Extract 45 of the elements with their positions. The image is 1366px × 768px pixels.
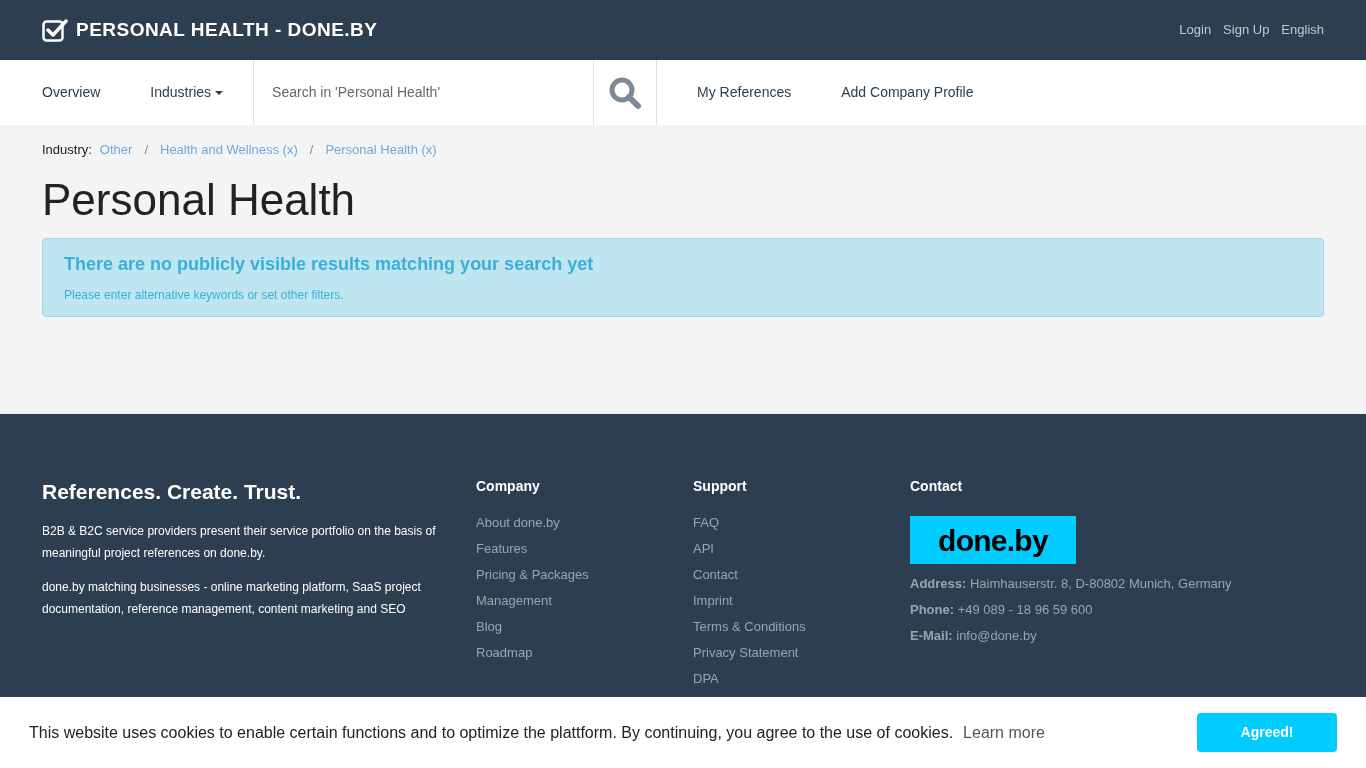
footer-tagline: References. Create. Trust. — [42, 479, 303, 505]
footer-link[interactable]: Terms & Conditions — [693, 617, 806, 637]
footer-link[interactable]: Features — [476, 539, 528, 559]
search-icon — [608, 75, 643, 110]
breadcrumb-link[interactable]: Personal Health (x) — [325, 140, 437, 160]
contact-line: E-Mail: info@done.by — [910, 627, 1038, 645]
footer-link[interactable]: Pricing & Packages — [476, 565, 589, 585]
contact-line: Address: Haimhauserstr. 8, D-80802 Munich, Germany — [910, 575, 1233, 593]
footer-link[interactable]: FAQ — [693, 513, 719, 533]
footer-link[interactable]: Roadmap — [476, 643, 533, 663]
site-title: PERSONAL HEALTH - DONE.BY — [76, 17, 378, 42]
footer-link[interactable]: Blog — [476, 617, 503, 637]
footer-heading: Company — [476, 477, 541, 496]
footer-heading: Support — [693, 477, 748, 496]
footer-link[interactable]: Privacy Statement — [693, 643, 799, 663]
company-logo: done.by — [910, 516, 1076, 564]
alert-text: Please enter alternative keywords or set other filters. — [64, 286, 345, 304]
header-link[interactable]: Login — [1179, 20, 1212, 40]
footer-paragraph: done.by matching businesses - online marketing platform, SaaS project documentation, reference management, content marketing and SEO — [42, 578, 422, 618]
breadcrumb-separator: / — [143, 141, 149, 159]
footer-paragraph: B2B & B2C service providers present their service portfolio on the basis of meaningful project references on done.by. — [42, 522, 437, 562]
footer-link[interactable]: About done.by — [476, 513, 560, 533]
nav-link[interactable]: Add Company Profile — [841, 82, 974, 103]
checkbox-icon — [42, 18, 68, 42]
nav-link[interactable]: My References — [697, 82, 792, 103]
breadcrumb-link[interactable]: Health and Wellness (x) — [160, 140, 298, 160]
footer-link[interactable]: Imprint — [693, 591, 733, 611]
footer-link[interactable]: Management — [476, 591, 552, 611]
breadcrumb-separator: / — [308, 141, 315, 159]
contact-line: Phone: +49 089 - 18 96 59 600 — [910, 601, 1094, 619]
footer-link[interactable]: API — [693, 539, 714, 559]
breadcrumb-link[interactable]: Other — [99, 140, 133, 160]
footer-link[interactable]: DPA — [693, 669, 719, 689]
header-link[interactable]: Sign Up — [1223, 20, 1270, 40]
dropdown-menu[interactable]: Industries — [150, 82, 224, 103]
header-link[interactable]: English — [1281, 20, 1324, 40]
cookie-message: This website uses cookies to enable certain functions and to optimize the plattform. By continuing, you agree to the use of cookies. — [29, 722, 954, 743]
caret-icon — [215, 90, 224, 95]
footer-heading: Contact — [910, 477, 964, 496]
nav-link[interactable]: Overview — [42, 82, 101, 103]
alert-title: There are no publicly visible results matching your search yet — [64, 252, 595, 276]
breadcrumb-label: Industry: — [42, 141, 92, 159]
learn-more-link[interactable]: Learn more — [963, 720, 1045, 745]
footer-link[interactable]: Contact — [693, 565, 738, 585]
page-title: Personal Health — [42, 173, 357, 226]
